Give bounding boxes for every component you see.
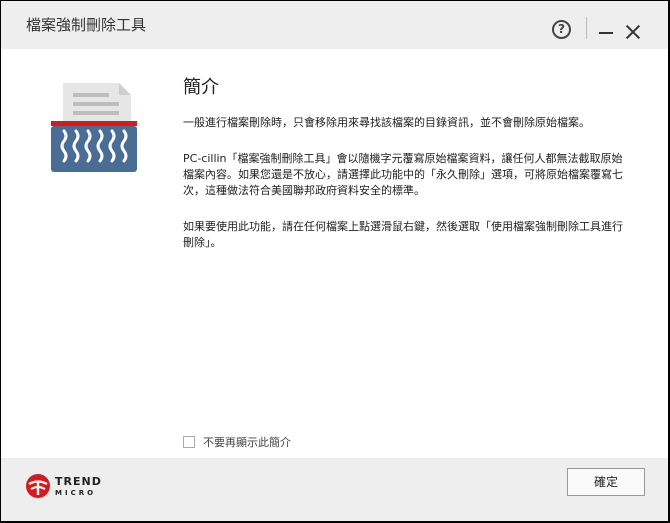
dont-show-again-option[interactable]: 不要再顯示此簡介 bbox=[183, 434, 291, 450]
titlebar-divider bbox=[586, 17, 587, 39]
intro-paragraph-1: 一般進行檔案刪除時，只會移除用來尋找該檔案的目錄資訊，並不會刪除原始檔案。 bbox=[183, 116, 590, 129]
intro-paragraph-3: 如果要使用此功能，請在任何檔案上點選滑鼠右鍵，然後選取「使用檔案強制刪除工具進行… bbox=[183, 220, 623, 249]
close-button[interactable] bbox=[624, 23, 642, 41]
minimize-button[interactable] bbox=[599, 32, 613, 34]
dont-show-again-checkbox[interactable] bbox=[183, 436, 195, 448]
section-heading: 簡介 bbox=[183, 77, 219, 98]
logo-text-micro: MICRO bbox=[55, 489, 97, 497]
trend-micro-logo: TREND MICRO bbox=[25, 469, 105, 503]
help-button[interactable]: ? bbox=[552, 20, 571, 39]
shredder-icon bbox=[51, 83, 137, 172]
intro-content: 簡介 一般進行檔案刪除時，只會移除用來尋找該檔案的目錄資訊，並不會刪除原始檔案。… bbox=[183, 73, 633, 271]
title-bar: 檔案強制刪除工具 ? bbox=[1, 1, 668, 49]
dialog-window: 檔案強制刪除工具 ? 簡介 一般進行檔案刪除時，只會移除用來尋找該檔案的目錄資訊… bbox=[1, 1, 668, 521]
logo-text-trend: TREND bbox=[55, 475, 102, 488]
ok-button[interactable]: 確定 bbox=[567, 468, 645, 496]
dont-show-again-label: 不要再顯示此簡介 bbox=[203, 436, 291, 449]
intro-paragraph-2: PC-cillin「檔案強制刪除工具」會以隨機字元覆寫原始檔案資料，讓任何人都無… bbox=[183, 152, 623, 197]
footer-bar: TREND MICRO 確定 bbox=[1, 458, 668, 521]
window-title: 檔案強制刪除工具 bbox=[26, 16, 147, 34]
trend-micro-logo-icon bbox=[26, 474, 50, 498]
